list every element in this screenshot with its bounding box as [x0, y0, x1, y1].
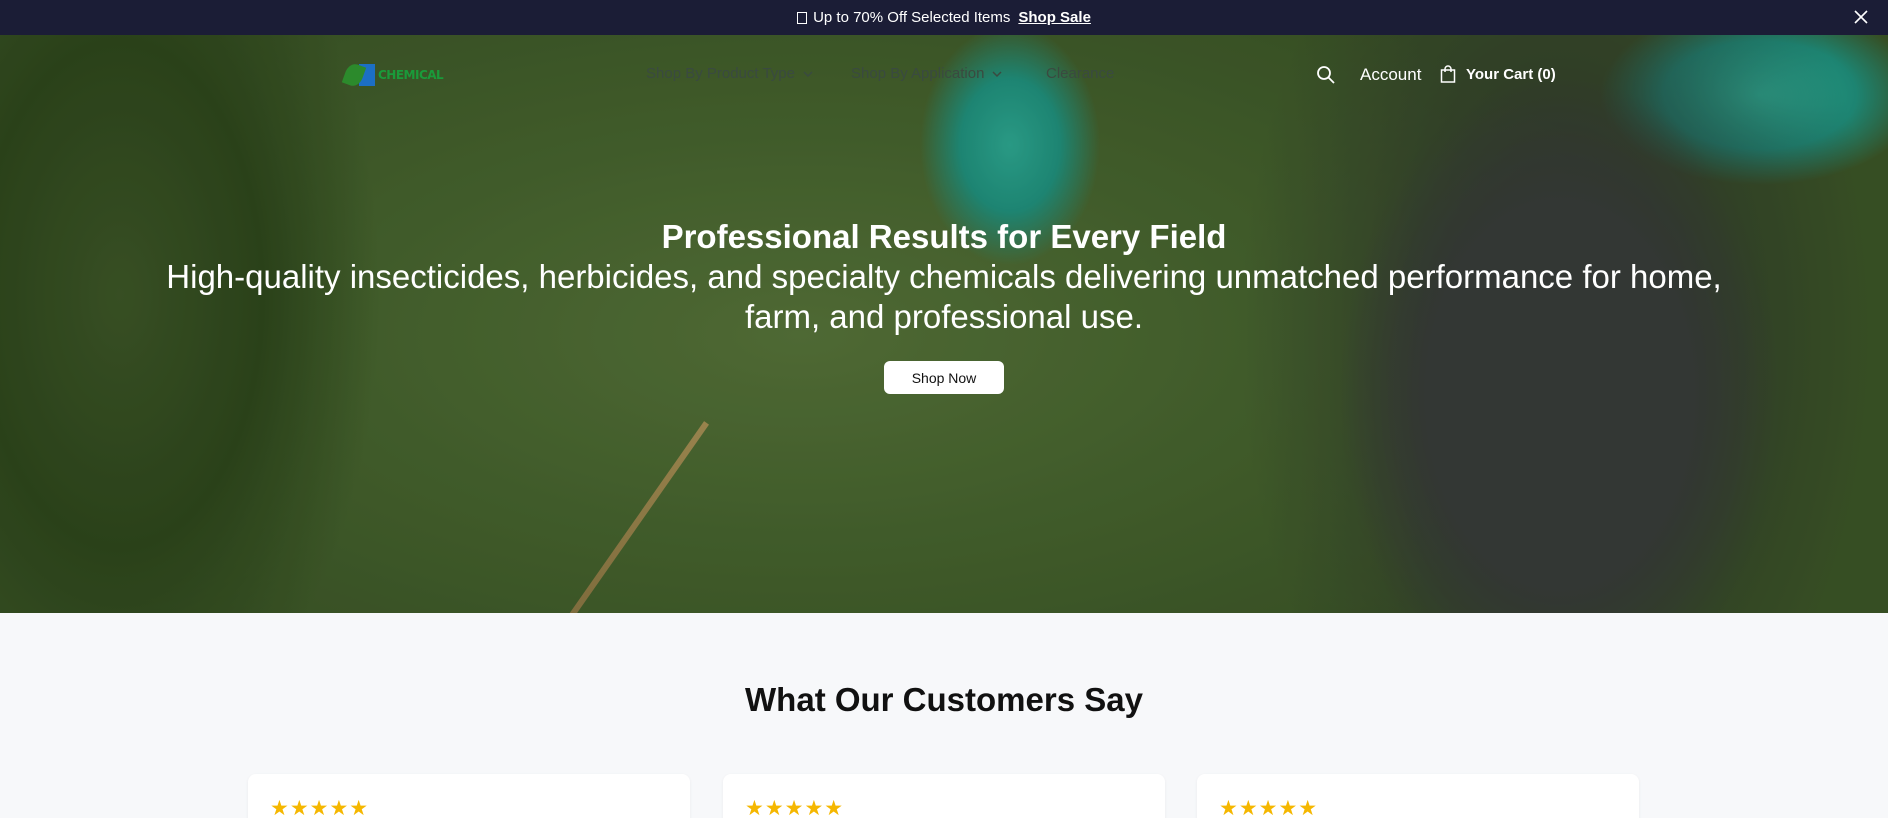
- logo-text: CHEMICAL: [378, 68, 444, 82]
- announcement-message: Up to 70% Off Selected Items: [813, 9, 1011, 26]
- hero-subtitle: High-quality insecticides, herbicides, a…: [166, 258, 1722, 335]
- nav-clearance[interactable]: Clearance: [1046, 65, 1114, 82]
- announcement-bar: Up to 70% Off Selected Items Shop Sale: [0, 0, 1888, 35]
- site-logo[interactable]: CHEMICAL: [341, 60, 445, 90]
- star-rating: ★★★★★: [745, 797, 845, 818]
- nav-shop-by-product-type[interactable]: Shop By Product Type: [646, 65, 813, 82]
- nav-label: Shop By Application: [851, 65, 985, 82]
- hero-title: Professional Results for Every Field: [661, 218, 1227, 255]
- chevron-down-icon: [992, 70, 1002, 77]
- testimonial-card: ★★★★★: [1197, 774, 1639, 818]
- bag-icon: [1440, 65, 1456, 83]
- nav-shop-by-application[interactable]: Shop By Application: [851, 65, 1002, 82]
- shop-now-button[interactable]: Shop Now: [884, 361, 1004, 394]
- nav-label: Shop By Product Type: [646, 65, 795, 82]
- testimonials-title: What Our Customers Say: [745, 681, 1143, 718]
- chevron-down-icon: [803, 70, 813, 77]
- gift-icon: [797, 11, 808, 24]
- star-rating: ★★★★★: [270, 797, 370, 818]
- shop-sale-link[interactable]: Shop Sale: [1018, 9, 1091, 26]
- search-icon[interactable]: [1316, 65, 1336, 85]
- cart-button[interactable]: Your Cart (0): [1440, 65, 1556, 83]
- testimonial-card: ★★★★★: [248, 774, 690, 818]
- close-icon[interactable]: [1852, 8, 1870, 26]
- account-link[interactable]: Account: [1360, 65, 1421, 85]
- nav-label: Clearance: [1046, 65, 1115, 82]
- testimonial-card: ★★★★★: [723, 774, 1165, 818]
- star-rating: ★★★★★: [1219, 797, 1319, 818]
- cart-label: Your Cart (0): [1466, 65, 1556, 83]
